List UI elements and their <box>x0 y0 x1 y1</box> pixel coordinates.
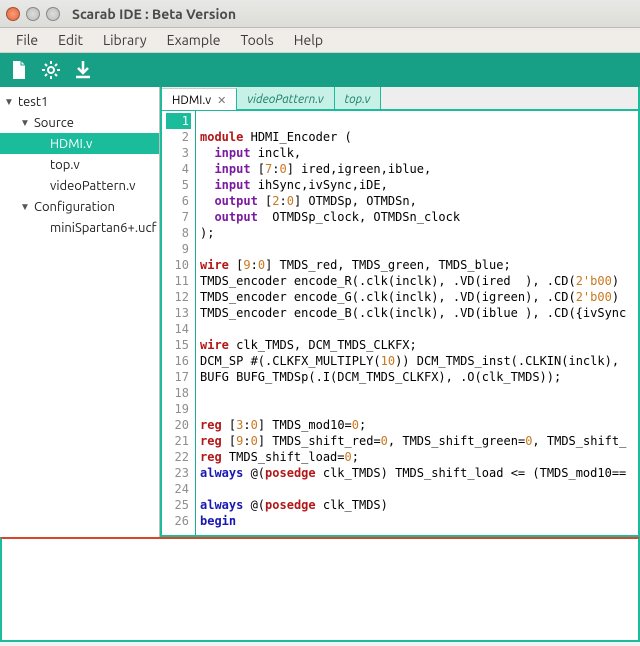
tree-root-label: test1 <box>18 95 48 109</box>
tab-top[interactable]: top.v <box>335 87 382 109</box>
download-icon[interactable] <box>74 61 92 79</box>
tab-label: HDMI.v <box>172 94 211 107</box>
line-gutter: 1 2 3 4 5 6 7 8 9 10 11 12 13 14 15 16 1… <box>162 111 196 535</box>
toolbar <box>0 53 640 87</box>
tree-item-label: miniSpartan6+.ucf <box>50 221 156 235</box>
tree-group-source[interactable]: ▼Source <box>0 112 159 133</box>
window-title: Scarab IDE : Beta Version <box>72 6 236 22</box>
window-close-icon[interactable] <box>6 7 20 21</box>
gear-icon[interactable] <box>42 61 60 79</box>
output-panel[interactable] <box>0 537 640 642</box>
tree-item-label: HDMI.v <box>50 137 92 151</box>
code-text[interactable]: module HDMI_Encoder ( input inclk, input… <box>196 111 638 535</box>
menubar: File Edit Library Example Tools Help <box>0 28 640 53</box>
tab-label: videoPattern.v <box>247 93 323 106</box>
titlebar: Scarab IDE : Beta Version <box>0 0 640 28</box>
menu-help[interactable]: Help <box>284 29 333 51</box>
tree-root[interactable]: ▼test1 <box>0 91 159 112</box>
tree-item-videopattern[interactable]: videoPattern.v <box>0 175 159 196</box>
tab-label: top.v <box>345 93 371 106</box>
tree-item-ucf[interactable]: miniSpartan6+.ucf <box>0 217 159 238</box>
menu-library[interactable]: Library <box>93 29 157 51</box>
tree-group-label: Configuration <box>34 200 115 214</box>
tree-item-top[interactable]: top.v <box>0 154 159 175</box>
tree-group-label: Source <box>34 116 74 130</box>
menu-example[interactable]: Example <box>157 29 231 51</box>
close-icon[interactable]: ✕ <box>217 94 226 107</box>
menu-edit[interactable]: Edit <box>48 29 93 51</box>
project-tree[interactable]: ▼test1 ▼Source HDMI.v top.v videoPattern… <box>0 87 160 537</box>
tree-group-config[interactable]: ▼Configuration <box>0 196 159 217</box>
new-file-icon[interactable] <box>10 61 28 79</box>
editor-tabs: HDMI.v ✕ videoPattern.v top.v <box>162 87 638 111</box>
window-minimize-icon[interactable] <box>26 7 40 21</box>
editor: HDMI.v ✕ videoPattern.v top.v 1 2 3 4 5 6… <box>160 87 640 537</box>
tab-hdmi[interactable]: HDMI.v ✕ <box>162 88 237 110</box>
tree-item-hdmi[interactable]: HDMI.v <box>0 133 159 154</box>
menu-file[interactable]: File <box>6 29 48 51</box>
tree-item-label: videoPattern.v <box>50 179 135 193</box>
menu-tools[interactable]: Tools <box>230 29 283 51</box>
tab-videopattern[interactable]: videoPattern.v <box>237 87 334 109</box>
code-area[interactable]: 1 2 3 4 5 6 7 8 9 10 11 12 13 14 15 16 1… <box>162 111 638 535</box>
main-area: ▼test1 ▼Source HDMI.v top.v videoPattern… <box>0 87 640 537</box>
window-maximize-icon[interactable] <box>46 7 60 21</box>
tree-item-label: top.v <box>50 158 80 172</box>
